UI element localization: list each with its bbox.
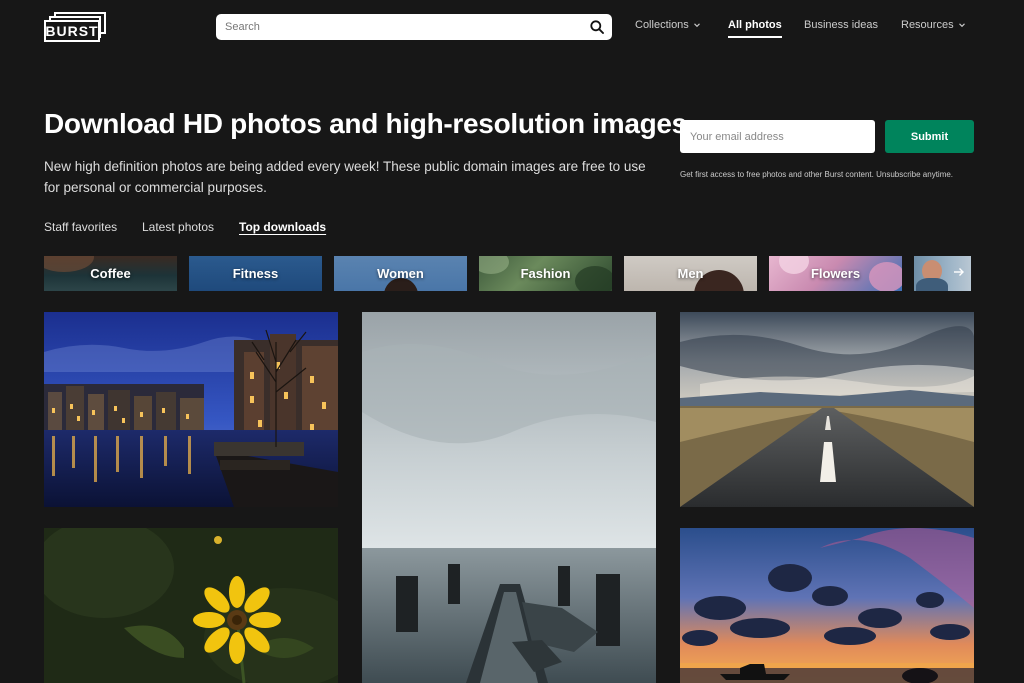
category-flowers-art (779, 256, 809, 274)
photo-pier-sea[interactable] (362, 312, 656, 683)
burst-logo[interactable]: BURST (44, 12, 106, 42)
photo-city-canal[interactable] (44, 312, 338, 507)
photo-pier-sea-image (362, 312, 656, 683)
photo-yellow-flower[interactable] (44, 528, 338, 683)
photo-open-road[interactable] (680, 312, 974, 507)
nav-all-photos[interactable]: All photos (728, 19, 782, 38)
tab-staff-favorites[interactable]: Staff favorites (44, 220, 117, 234)
nav-collections[interactable]: Collections (635, 19, 701, 31)
tab-top-downloads[interactable]: Top downloads (239, 220, 326, 234)
photo-open-road-image (680, 312, 974, 507)
nav-business-ideas-label: Business ideas (804, 19, 878, 31)
category-next-button[interactable] (914, 256, 971, 291)
category-coffee-label: Coffee (90, 266, 131, 281)
category-women-label: Women (377, 266, 424, 281)
arrow-right-icon (954, 268, 964, 276)
photo-city-canal-image (44, 312, 338, 507)
photo-sunset-clouds-image (680, 528, 974, 683)
category-fashion-art-2 (575, 266, 612, 291)
category-flowers-label: Flowers (810, 266, 861, 281)
category-flowers[interactable]: Flowers (769, 256, 902, 291)
category-men[interactable]: Men (624, 256, 757, 291)
submit-button[interactable]: Submit (885, 120, 974, 153)
category-women[interactable]: Women (334, 256, 467, 291)
category-coffee-art (44, 256, 94, 272)
search-bar (216, 14, 612, 40)
category-coffee[interactable]: Coffee (44, 256, 177, 291)
category-fashion-art (479, 256, 509, 274)
category-fitness[interactable]: Fitness (189, 256, 322, 291)
page-subtitle: New high definition photos are being add… (44, 159, 646, 195)
photo-yellow-flower-image (44, 528, 338, 683)
category-fashion-label: Fashion (520, 266, 571, 281)
chevron-down-icon (693, 23, 700, 28)
search-input[interactable] (216, 14, 582, 40)
logo-text: BURST (45, 23, 99, 39)
category-flowers-art-2 (869, 262, 902, 291)
nav-business-ideas[interactable]: Business ideas (804, 19, 878, 31)
newsletter-disclaimer: Get first access to free photos and othe… (680, 170, 954, 179)
category-fitness-label: Fitness (232, 266, 279, 281)
category-men-label: Men (677, 266, 704, 281)
nav-collections-label: Collections (635, 19, 689, 31)
nav-all-photos-label: All photos (728, 19, 782, 31)
nav-resources[interactable]: Resources (901, 19, 966, 31)
search-icon[interactable] (582, 14, 612, 40)
photo-sunset-clouds[interactable] (680, 528, 974, 683)
logo-plate-front: BURST (44, 20, 100, 42)
nav-resources-label: Resources (901, 19, 954, 31)
chevron-down-icon (958, 23, 965, 28)
category-next-preview-body (916, 278, 948, 291)
email-field[interactable] (680, 120, 875, 153)
page-title: Download HD photos and high-resolution i… (44, 108, 687, 139)
tab-latest-photos[interactable]: Latest photos (142, 220, 214, 234)
category-fashion[interactable]: Fashion (479, 256, 612, 291)
